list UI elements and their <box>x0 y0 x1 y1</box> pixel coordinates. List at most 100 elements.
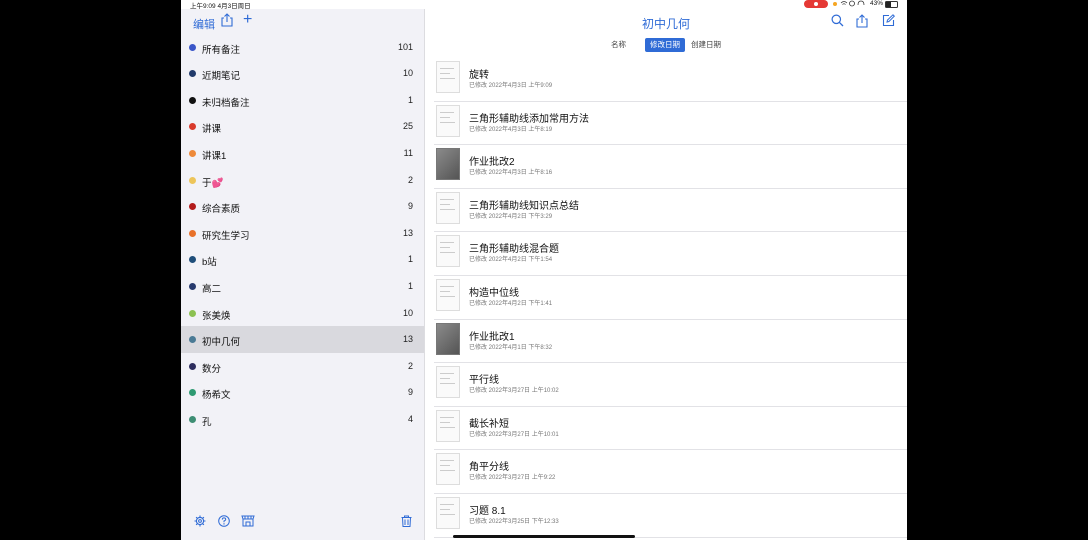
note-thumbnail-photo <box>436 322 460 355</box>
category-count: 25 <box>402 121 413 132</box>
category-item[interactable]: 所有备注 101 <box>181 34 424 61</box>
note-date: 已修改 2022年3月25日 下午12:33 <box>469 519 559 525</box>
share-icon[interactable] <box>221 13 233 32</box>
note-date: 已修改 2022年4月1日 下午8:32 <box>469 344 553 351</box>
note-row[interactable]: 构造中位线 已修改 2022年4月2日 下午1:41 <box>434 275 907 320</box>
category-count: 11 <box>403 147 413 158</box>
store-icon[interactable] <box>241 514 255 532</box>
category-count: 2 <box>407 174 413 185</box>
export-icon[interactable] <box>856 14 868 33</box>
category-item[interactable]: 孔4 <box>181 406 424 433</box>
category-item[interactable]: 综合素质 9 <box>181 193 424 220</box>
category-item[interactable]: b站 1 <box>181 246 424 273</box>
category-name: 张美焕 <box>202 310 231 322</box>
note-date: 已修改 2022年4月2日 下午1:54 <box>469 257 553 264</box>
category-item[interactable]: 近期笔记 10 <box>181 60 424 87</box>
help-icon[interactable] <box>218 514 230 532</box>
sidebar-bottom-toolbar <box>181 512 424 534</box>
category-name: 讲课 <box>202 124 222 136</box>
category-count: 1 <box>407 94 413 105</box>
compose-icon[interactable] <box>882 14 896 32</box>
note-thumbnail <box>436 366 460 399</box>
note-row[interactable]: 平行线 已修改 2022年3月27日 上午10:02 <box>434 362 907 407</box>
ipad-screen: 上午9:09 4月3日周日 43% 编辑 + 所有备注 101 近期笔记 10 未归… <box>181 0 907 540</box>
search-icon[interactable] <box>831 14 844 32</box>
status-bar: 上午9:09 4月3日周日 43% <box>181 0 907 10</box>
note-date: 已修改 2022年3月27日 上午9:22 <box>469 475 556 482</box>
add-category-button[interactable]: + <box>243 12 252 28</box>
privacy-dot-icon <box>833 2 837 6</box>
category-name: 综合素质 <box>202 204 241 216</box>
category-item-selected[interactable]: 初中几何 13 <box>181 326 424 353</box>
note-date: 已修改 2022年4月3日 上午9:09 <box>469 83 553 89</box>
category-color-dot <box>189 256 196 264</box>
note-row[interactable]: 截长补短 已修改 2022年3月27日 上午10:01 <box>434 406 907 451</box>
note-title: 三角形辅助线添加常用方法 <box>469 113 589 125</box>
category-item[interactable]: 数分 2 <box>181 353 424 380</box>
category-name: 孔 <box>202 416 212 428</box>
category-count: 9 <box>407 387 413 398</box>
category-item[interactable]: 讲课 25 <box>181 113 424 140</box>
category-name: 研究生学习 <box>202 230 250 242</box>
note-row[interactable]: 角平分线 已修改 2022年3月27日 上午9:22 <box>434 449 907 494</box>
note-row[interactable]: 作业批改2 已修改 2022年4月3日 上午8:16 <box>434 144 907 189</box>
category-item[interactable]: 杨希文 9 <box>181 379 424 406</box>
notes-list-pane: 初中几何 名称 修改日期 创建日期 旋转 已修改 2022年4月3日 上午9:09… <box>425 9 907 540</box>
category-name: 讲课1 <box>202 150 227 162</box>
category-name: b站 <box>202 257 217 269</box>
note-thumbnail <box>436 279 460 311</box>
category-color-dot <box>189 362 196 370</box>
note-title: 构造中位线 <box>469 288 519 299</box>
category-name: 初中几何 <box>202 337 241 349</box>
note-row[interactable]: 三角形辅助线混合题 已修改 2022年4月2日 下午1:54 <box>434 231 907 276</box>
screen-recording-indicator[interactable] <box>804 0 828 8</box>
note-thumbnail <box>436 191 460 224</box>
category-color-dot <box>189 203 196 211</box>
category-count: 2 <box>407 360 413 371</box>
sidebar: 编辑 + 所有备注 101 近期笔记 10 未归档备注 1 讲课 25 讲课1 11 于💕… <box>181 9 425 540</box>
note-row[interactable]: 习题 8.1 已修改 2022年3月25日 下午12:33 <box>434 493 907 538</box>
note-title: 角平分线 <box>469 462 509 474</box>
category-name: 近期笔记 <box>202 71 241 83</box>
note-thumbnail <box>436 409 460 442</box>
category-name: 数分 <box>202 363 222 375</box>
note-thumbnail <box>436 61 460 93</box>
note-title: 习题 8.1 <box>469 506 506 517</box>
category-name: 杨希文 <box>202 390 231 402</box>
category-name: 于💕 <box>202 177 224 189</box>
category-item[interactable]: 高二 1 <box>181 273 424 300</box>
category-color-dot <box>189 309 196 317</box>
note-thumbnail-photo <box>436 148 460 181</box>
category-item[interactable]: 张美焕 10 <box>181 300 424 327</box>
category-color-dot <box>189 282 196 290</box>
category-item[interactable]: 讲课1 11 <box>181 140 424 167</box>
note-date: 已修改 2022年4月3日 上午8:19 <box>469 126 553 133</box>
note-date: 已修改 2022年3月27日 上午10:02 <box>469 388 559 395</box>
category-color-dot <box>189 415 196 423</box>
note-row[interactable]: 旋转 已修改 2022年4月3日 上午9:09 <box>434 57 907 102</box>
trash-icon[interactable] <box>401 514 412 532</box>
edit-button[interactable]: 编辑 <box>193 16 215 32</box>
home-indicator[interactable] <box>453 535 635 538</box>
note-thumbnail <box>436 453 460 486</box>
gear-icon[interactable] <box>194 514 206 532</box>
sort-by-name-tab[interactable]: 名称 <box>606 38 631 52</box>
sort-by-modified-tab[interactable]: 修改日期 <box>645 38 685 52</box>
note-title: 截长补短 <box>469 418 509 430</box>
note-row[interactable]: 三角形辅助线添加常用方法 已修改 2022年4月3日 上午8:19 <box>434 101 907 146</box>
category-count: 101 <box>397 41 413 52</box>
category-count: 1 <box>407 254 413 265</box>
note-row[interactable]: 作业批改1 已修改 2022年4月1日 下午8:32 <box>434 319 907 364</box>
note-title: 平行线 <box>469 375 499 387</box>
category-item[interactable]: 于💕 2 <box>181 167 424 194</box>
category-item[interactable]: 研究生学习 13 <box>181 220 424 247</box>
category-count: 4 <box>407 413 413 424</box>
sort-by-created-tab[interactable]: 创建日期 <box>686 38 726 52</box>
category-color-dot <box>189 176 196 184</box>
category-name: 高二 <box>202 283 222 295</box>
battery-icon <box>885 1 898 8</box>
note-row[interactable]: 三角形辅助线知识点总结 已修改 2022年4月2日 下午3:29 <box>434 188 907 233</box>
note-date: 已修改 2022年3月27日 上午10:01 <box>469 431 559 438</box>
category-item[interactable]: 未归档备注 1 <box>181 87 424 114</box>
note-title: 三角形辅助线知识点总结 <box>469 200 579 212</box>
